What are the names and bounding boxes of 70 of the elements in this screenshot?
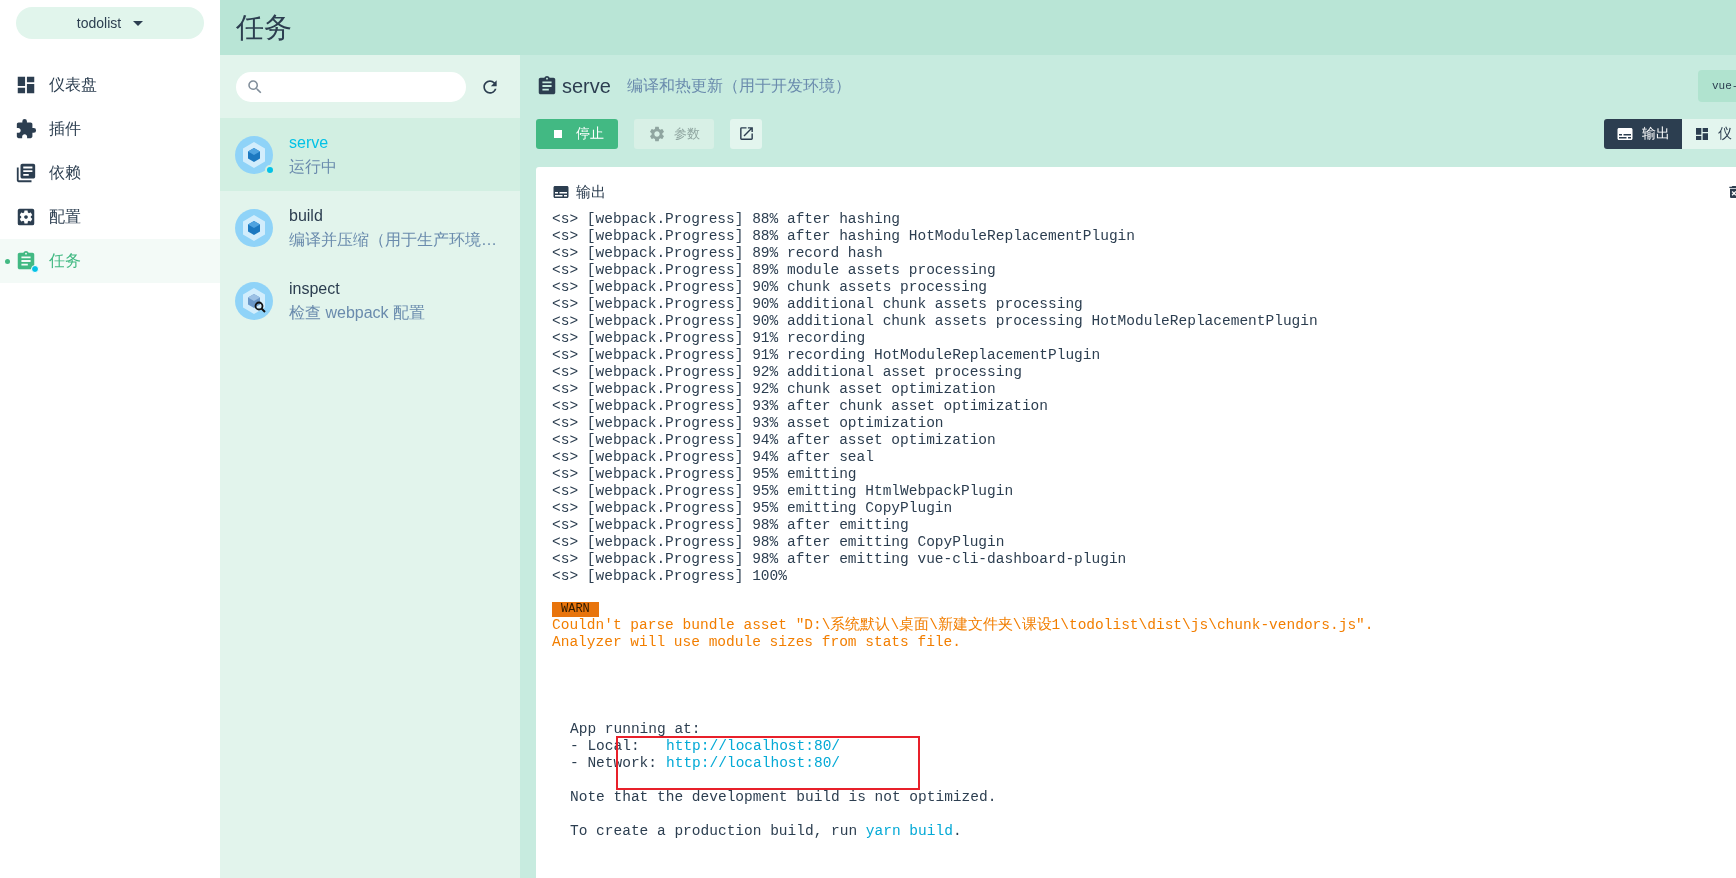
search-icon	[246, 77, 264, 96]
nav-label: 插件	[49, 119, 81, 139]
task-item[interactable]: build 编译并压缩（用于生产环境…	[220, 191, 520, 264]
log-line: <s> [webpack.Progress] 95% emitting CopyPlugin	[552, 500, 954, 517]
log-line: <s> [webpack.Progress] 90% chunk assets processing	[552, 279, 989, 296]
settings-icon	[648, 124, 666, 143]
log-line: To create a production build, run yarn build.	[570, 823, 963, 840]
page-title: 任务	[236, 10, 292, 45]
open-external-icon	[737, 125, 755, 142]
open-external-button[interactable]	[730, 118, 762, 149]
log-line: <s> [webpack.Progress] 95% emitting HtmlWebpackPlugin	[552, 483, 1015, 500]
output-icon	[552, 183, 570, 201]
view-tab[interactable]: 输出	[1604, 118, 1682, 149]
output-title: 输出	[576, 181, 606, 202]
cube-search-icon	[235, 281, 273, 320]
dashboard-icon	[15, 74, 37, 96]
config-icon	[15, 206, 37, 228]
corner-button[interactable]: vue-	[1698, 70, 1736, 102]
log-line: <s> [webpack.Progress] 94% after asset optimization	[552, 432, 997, 449]
log-line: <s> [webpack.Progress] 93% after chunk asset optimization	[552, 398, 1049, 415]
view-tab[interactable]: 仪	[1682, 118, 1736, 149]
log-line: <s> [webpack.Progress] 92% chunk asset optimization	[552, 381, 997, 398]
nav-item[interactable]: 配置	[0, 195, 220, 239]
warn-badge: WARN	[552, 602, 599, 617]
search-field[interactable]	[236, 71, 466, 102]
log-line: <s> [webpack.Progress] 88% after hashing	[552, 211, 902, 228]
task-item[interactable]: inspect 检查 webpack 配置	[220, 264, 520, 337]
log-line: <s> [webpack.Progress] 98% after emitting vue-cli-dashboard-plugin	[552, 551, 1128, 568]
nav-label: 仪表盘	[49, 75, 97, 95]
dependencies-icon	[15, 162, 37, 184]
log-line: <s> [webpack.Progress] 90% additional chunk assets processing	[552, 296, 1084, 313]
log-line: <s> [webpack.Progress] 90% additional chunk assets processing HotModuleReplacementPlugin	[552, 313, 1319, 330]
nav-label: 配置	[49, 207, 81, 227]
warning-line: Analyzer will use module sizes from stats file.	[552, 634, 962, 651]
dropdown-caret-icon	[133, 20, 144, 26]
log-line: <s> [webpack.Progress] 88% after hashing HotModuleReplacementPlugin	[552, 228, 1136, 245]
warning-line: Couldn't parse bundle asset "D:\系统默认\桌面\新建文件夹\课设1\todolist\dist\js\chunk-vendors.js".	[552, 617, 1375, 634]
nav-label: 依赖	[49, 163, 81, 183]
task-description: 运行中	[289, 156, 337, 177]
nav-item[interactable]: 插件	[0, 107, 220, 151]
log-line: <s> [webpack.Progress] 95% emitting	[552, 466, 858, 483]
log-line: <s> [webpack.Progress] 98% after emitting CopyPlugin	[552, 534, 1006, 551]
plugins-icon	[15, 118, 37, 140]
log-line: <s> [webpack.Progress] 89% module assets processing	[552, 262, 997, 279]
log-line: <s> [webpack.Progress] 91% recording	[552, 330, 867, 347]
cube-icon	[235, 135, 273, 174]
project-selector[interactable]: todolist	[16, 7, 204, 39]
log-line: App running at:	[570, 721, 702, 738]
log-line: <s> [webpack.Progress] 91% recording HotModuleReplacementPlugin	[552, 347, 1102, 364]
log-line: Note that the development build is not optimized.	[570, 789, 998, 806]
task-description: 检查 webpack 配置	[289, 302, 426, 323]
log-line: <s> [webpack.Progress] 93% asset optimization	[552, 415, 945, 432]
task-name: serve	[289, 132, 330, 153]
task-subtitle: 编译和热更新（用于开发环境）	[626, 76, 851, 96]
task-title: serve	[562, 74, 611, 99]
log-line: <s> [webpack.Progress] 100%	[552, 568, 788, 585]
nav-item[interactable]: 仪表盘	[0, 63, 220, 107]
task-name: inspect	[289, 278, 341, 299]
clipboard-icon	[536, 75, 558, 97]
task-name: build	[289, 205, 324, 226]
nav-label: 任务	[49, 251, 81, 271]
dashboard-icon	[1694, 125, 1710, 142]
log-line: <s> [webpack.Progress] 98% after emitting	[552, 517, 910, 534]
log-line: <s> [webpack.Progress] 92% additional asset processing	[552, 364, 1023, 381]
task-description: 编译并压缩（用于生产环境…	[289, 229, 497, 250]
nav-item[interactable]: 依赖	[0, 151, 220, 195]
log-line: <s> [webpack.Progress] 89% record hash	[552, 245, 884, 262]
cube-icon	[235, 208, 273, 247]
tasks-icon	[15, 250, 37, 272]
log-line: <s> [webpack.Progress] 94% after seal	[552, 449, 875, 466]
